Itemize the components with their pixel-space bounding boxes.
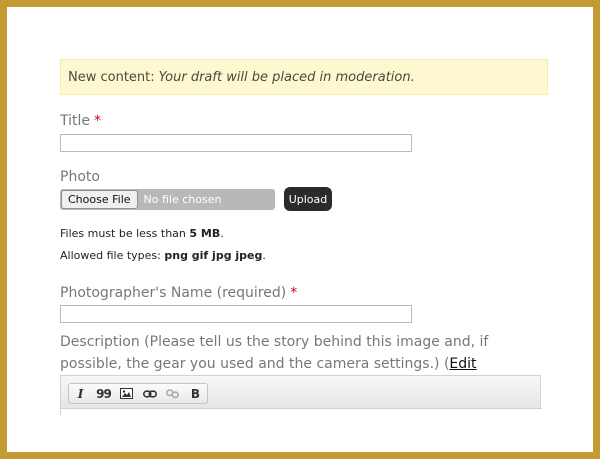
notice-message: Your draft will be placed in moderation.: [158, 69, 415, 85]
required-marker: *: [290, 285, 298, 301]
title-label: Title *: [60, 113, 102, 129]
photographer-label: Photographer's Name (required) *: [60, 285, 298, 301]
link-icon[interactable]: [138, 384, 161, 403]
unlink-icon[interactable]: [161, 384, 184, 403]
file-input[interactable]: Choose File No file chosen: [60, 189, 275, 210]
italic-icon[interactable]: I: [69, 384, 92, 403]
file-size-help: Files must be less than 5 MB.: [60, 227, 224, 240]
required-marker: *: [94, 113, 102, 129]
image-icon[interactable]: [115, 384, 138, 403]
upload-button[interactable]: Upload: [284, 187, 332, 211]
photo-label: Photo: [60, 169, 100, 185]
page-frame: New content: Your draft will be placed i…: [7, 7, 593, 452]
file-types-help: Allowed file types: png gif jpg jpeg.: [60, 249, 266, 262]
notice-prefix: New content:: [68, 69, 155, 85]
photographer-input[interactable]: [60, 305, 412, 323]
blockquote-icon[interactable]: 99: [92, 384, 115, 403]
choose-file-button[interactable]: Choose File: [61, 190, 138, 209]
rich-text-editor: I 99 B: [60, 375, 542, 417]
title-input[interactable]: [60, 134, 412, 152]
editor-toolbar: I 99 B: [68, 383, 208, 404]
moderation-notice: New content: Your draft will be placed i…: [60, 59, 548, 95]
editor-body[interactable]: [61, 408, 542, 417]
bold-icon[interactable]: B: [184, 384, 207, 403]
no-file-text: No file chosen: [143, 193, 222, 206]
